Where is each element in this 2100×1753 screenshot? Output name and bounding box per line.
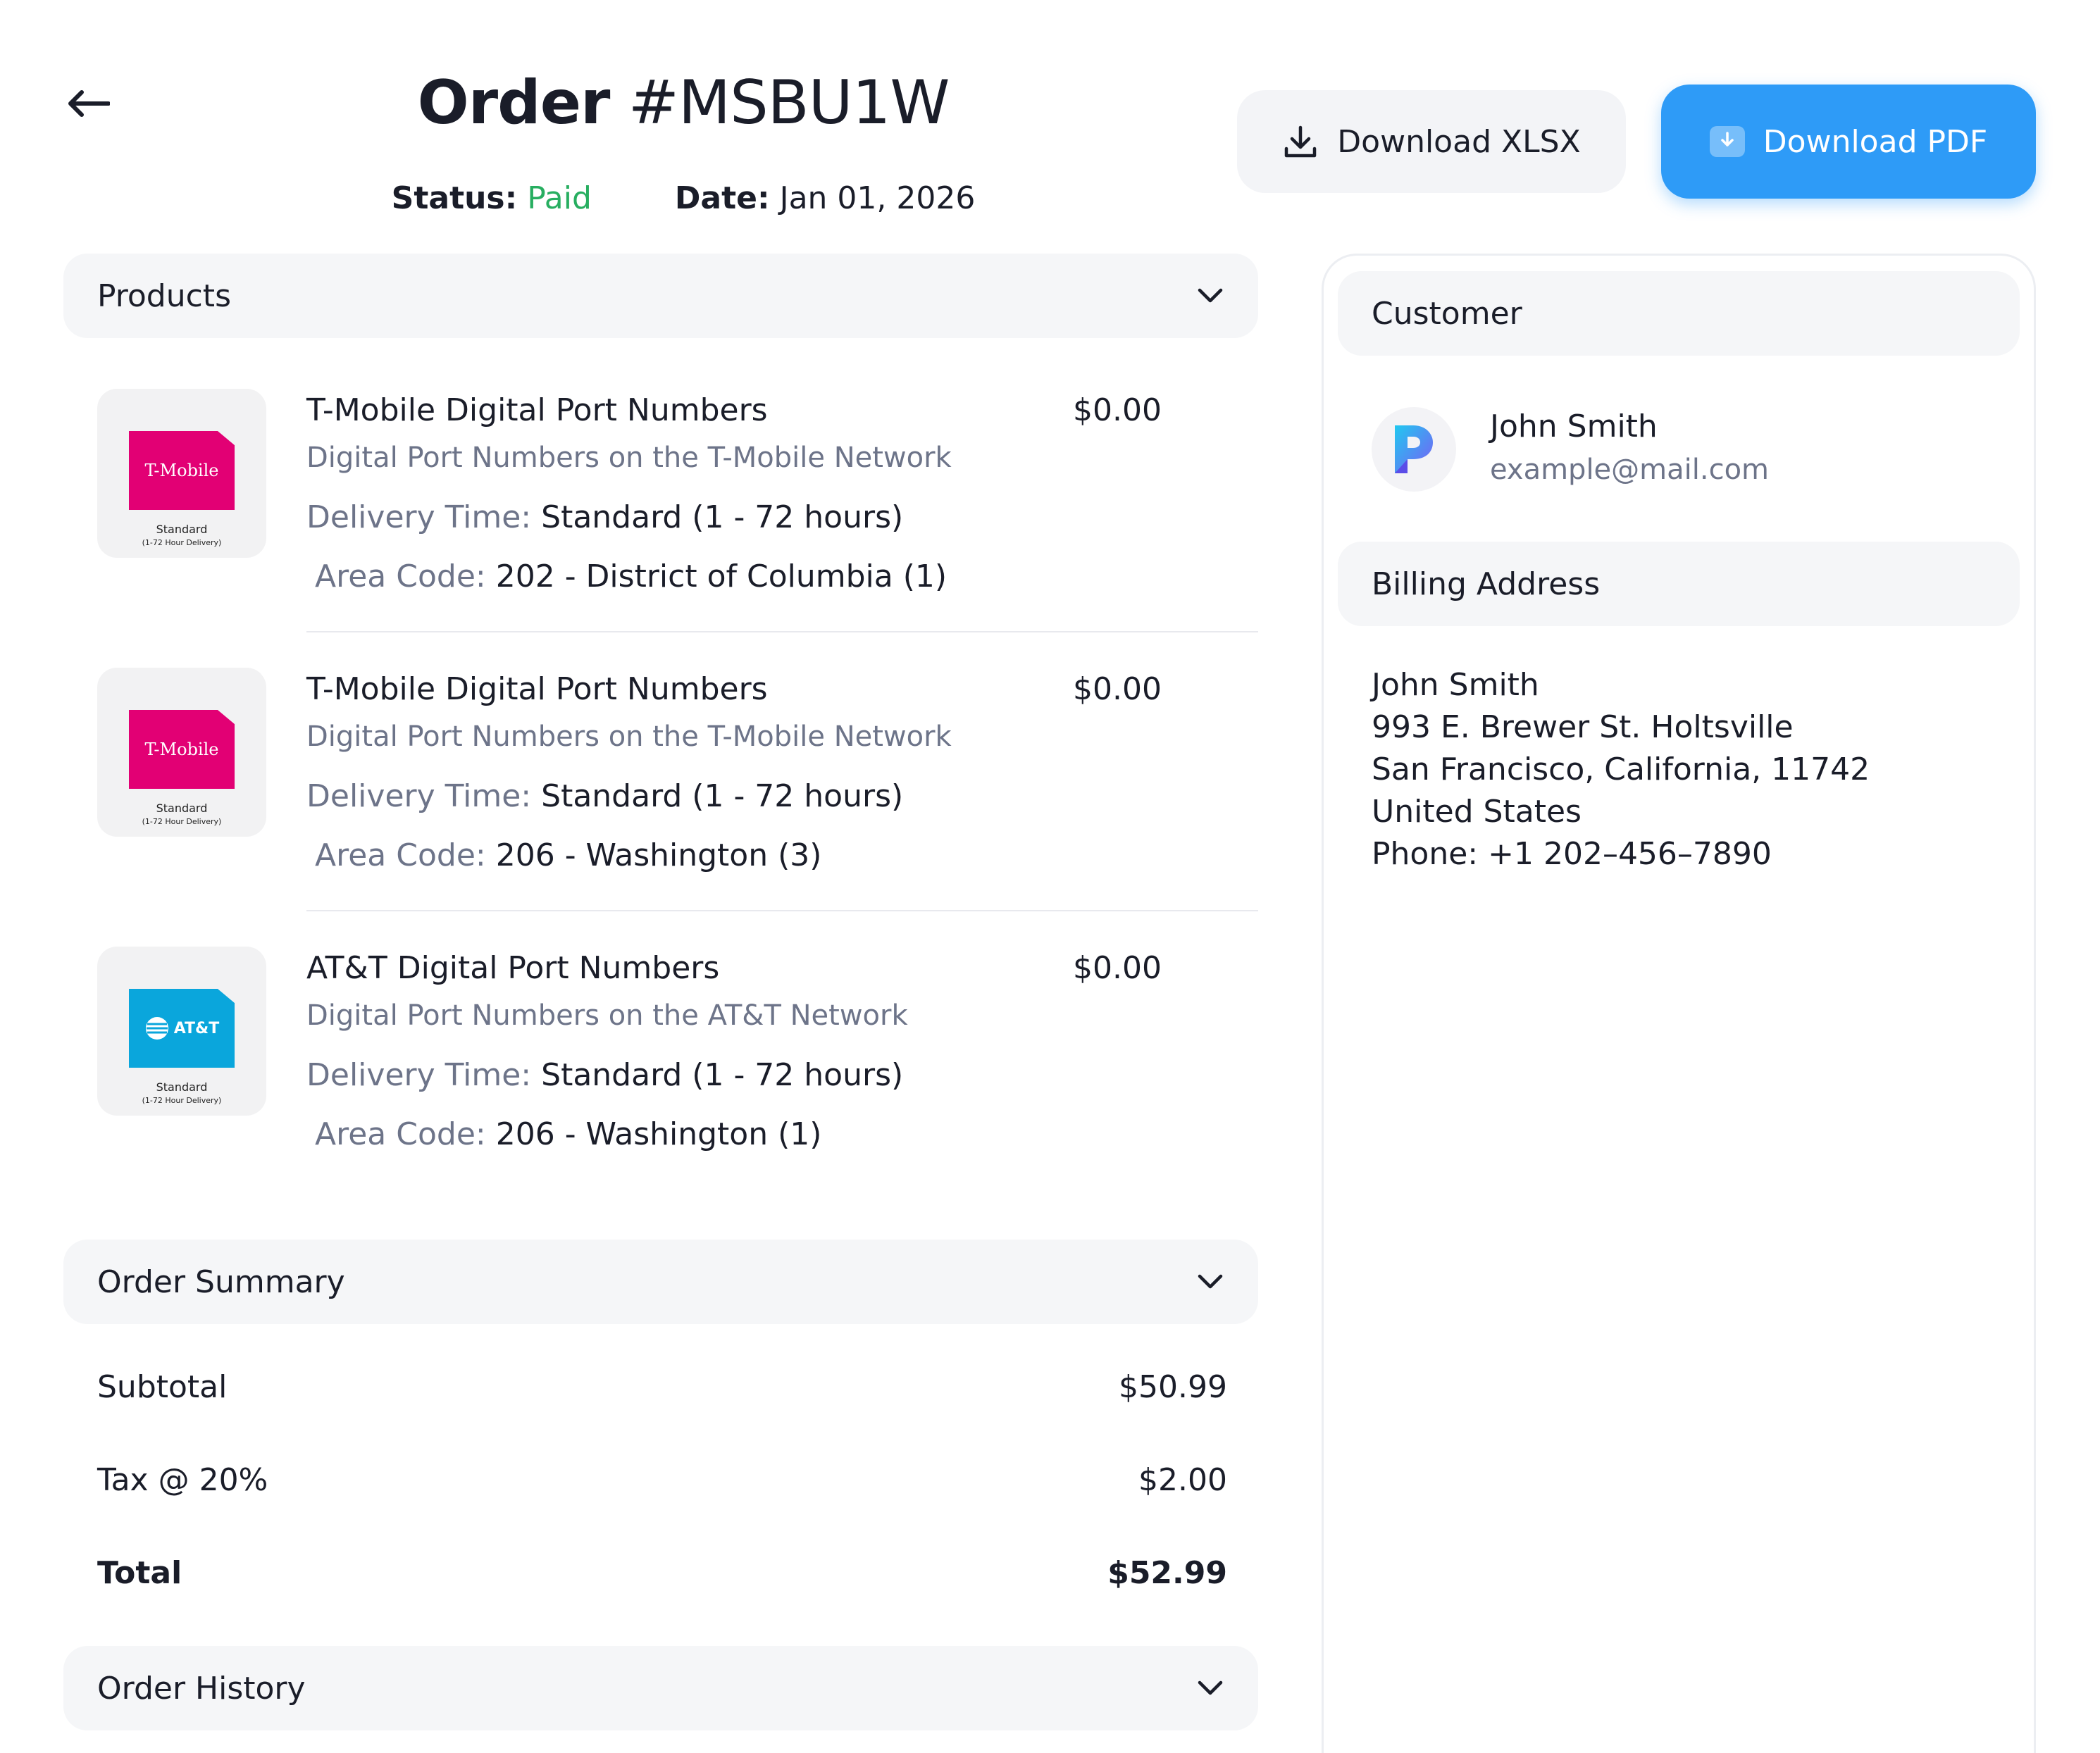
delivery-time-label: Delivery Time:: [306, 778, 532, 814]
product-description: Digital Port Numbers on the T-Mobile Net…: [306, 720, 952, 753]
back-button[interactable]: [63, 79, 113, 128]
subtotal-label: Subtotal: [97, 1369, 228, 1405]
status-badge: Paid: [527, 180, 592, 216]
order-history-title: Order History: [97, 1670, 306, 1707]
page-title: Order #MSBU1W: [338, 62, 1029, 144]
arrow-left-icon: [68, 90, 110, 117]
customer-name: John Smith: [1490, 408, 1658, 444]
delivery-time-value: Standard (1 - 72 hours): [541, 1057, 904, 1093]
thumb-subcaption: (1-72 Hour Delivery): [142, 538, 222, 547]
download-pdf-button[interactable]: Download PDF: [1661, 85, 2036, 199]
thumb-caption: Standard: [156, 1080, 208, 1094]
total-row: Total $52.99: [97, 1552, 1227, 1595]
area-code-value: 206 - Washington (1): [495, 1116, 822, 1152]
product-price: $0.00: [1073, 671, 1162, 707]
product-price: $0.00: [1073, 950, 1162, 986]
product-item: AT&T Standard (1-72 Hour Delivery) AT&T …: [97, 947, 1258, 1158]
delivery-time-value: Standard (1 - 72 hours): [541, 499, 904, 535]
thumb-caption: Standard: [156, 801, 208, 815]
avatar[interactable]: [1372, 407, 1456, 492]
tax-row: Tax @ 20% $2.00: [97, 1459, 1227, 1502]
subtotal-value: $50.99: [1119, 1369, 1227, 1405]
area-code-row: Area Code: 206 - Washington (1): [315, 1113, 821, 1156]
delivery-time-label: Delivery Time:: [306, 1057, 532, 1093]
product-thumbnail: T-Mobile Standard (1-72 Hour Delivery): [97, 668, 266, 837]
customer-section-header: Customer: [1338, 271, 2020, 356]
product-item: T-Mobile Standard (1-72 Hour Delivery) T…: [97, 668, 1258, 879]
area-code-row: Area Code: 202 - District of Columbia (1…: [315, 555, 947, 599]
area-code-label: Area Code:: [315, 1116, 486, 1152]
chevron-down-icon: [1196, 1674, 1224, 1702]
billing-line: San Francisco, California, 11742: [1372, 751, 1870, 787]
billing-address: John Smith 993 E. Brewer St. Holtsville …: [1372, 664, 1870, 875]
area-code-value: 202 - District of Columbia (1): [495, 559, 948, 594]
total-value: $52.99: [1107, 1555, 1227, 1591]
tax-label: Tax @ 20%: [97, 1462, 268, 1498]
att-sim-icon: AT&T: [129, 989, 235, 1068]
products-section-title: Products: [97, 277, 231, 314]
area-code-label: Area Code:: [315, 837, 486, 873]
billing-line: United States: [1372, 794, 1582, 830]
order-meta: Status: Paid Date: Jan 01, 2026: [338, 177, 1029, 220]
billing-section-header: Billing Address: [1338, 542, 2020, 626]
order-id: #MSBU1W: [628, 68, 950, 138]
product-description: Digital Port Numbers on the T-Mobile Net…: [306, 442, 952, 474]
delivery-time-value: Standard (1 - 72 hours): [541, 778, 904, 814]
download-pdf-label: Download PDF: [1763, 123, 1988, 160]
order-summary-header[interactable]: Order Summary: [63, 1240, 1258, 1324]
area-code-row: Area Code: 206 - Washington (3): [315, 834, 821, 878]
tax-value: $2.00: [1138, 1462, 1227, 1498]
p-logo-icon: [1395, 425, 1433, 473]
area-code-value: 206 - Washington (3): [495, 837, 822, 873]
area-code-label: Area Code:: [315, 559, 486, 594]
order-details-page: Order #MSBU1W Status: Paid Date: Jan 01,…: [0, 0, 2100, 1753]
delivery-time-label: Delivery Time:: [306, 499, 532, 535]
product-title: T-Mobile Digital Port Numbers: [306, 671, 768, 707]
order-summary-title: Order Summary: [97, 1264, 345, 1300]
product-divider: [306, 631, 1258, 632]
product-title: T-Mobile Digital Port Numbers: [306, 392, 768, 428]
product-divider: [306, 910, 1258, 911]
subtotal-row: Subtotal $50.99: [97, 1366, 1227, 1409]
product-thumbnail: T-Mobile Standard (1-72 Hour Delivery): [97, 389, 266, 558]
billing-line: 993 E. Brewer St. Holtsville: [1372, 709, 1794, 745]
customer-email[interactable]: example@mail.com: [1490, 450, 1769, 489]
delivery-time-row: Delivery Time: Standard (1 - 72 hours): [306, 1054, 903, 1097]
total-label: Total: [97, 1555, 182, 1591]
download-xlsx-label: Download XLSX: [1337, 123, 1581, 160]
date-value: Jan 01, 2026: [779, 180, 976, 216]
thumb-brand: AT&T: [173, 1019, 220, 1037]
download-icon: [1285, 125, 1317, 158]
billing-line: John Smith: [1372, 667, 1539, 703]
date-label: Date:: [674, 180, 770, 216]
download-xlsx-button[interactable]: Download XLSX: [1237, 90, 1626, 193]
att-globe-icon: [145, 1017, 168, 1040]
product-item: T-Mobile Standard (1-72 Hour Delivery) T…: [97, 389, 1258, 600]
customer-panel: Customer John Smith example@mail.com Bil…: [1322, 254, 2036, 1753]
thumb-brand: T-Mobile: [144, 740, 219, 759]
order-history-header[interactable]: Order History: [63, 1646, 1258, 1730]
products-section-header[interactable]: Products: [63, 254, 1258, 338]
product-thumbnail: AT&T Standard (1-72 Hour Delivery): [97, 947, 266, 1116]
delivery-time-row: Delivery Time: Standard (1 - 72 hours): [306, 775, 903, 818]
page-title-prefix: Order: [417, 68, 611, 138]
thumb-caption: Standard: [156, 523, 208, 536]
thumb-subcaption: (1-72 Hour Delivery): [142, 817, 222, 826]
status-label: Status:: [391, 180, 518, 216]
billing-section-title: Billing Address: [1372, 566, 1601, 602]
billing-phone: Phone: +1 202–456–7890: [1372, 836, 1772, 872]
chevron-down-icon: [1196, 282, 1224, 310]
thumb-brand: T-Mobile: [144, 461, 219, 480]
product-title: AT&T Digital Port Numbers: [306, 950, 720, 986]
product-description: Digital Port Numbers on the AT&T Network: [306, 999, 908, 1032]
chevron-down-icon: [1196, 1268, 1224, 1296]
tmobile-sim-icon: T-Mobile: [129, 431, 235, 510]
delivery-time-row: Delivery Time: Standard (1 - 72 hours): [306, 496, 903, 539]
tmobile-sim-icon: T-Mobile: [129, 710, 235, 789]
customer-section-title: Customer: [1372, 295, 1522, 332]
download-icon: [1709, 126, 1745, 157]
thumb-subcaption: (1-72 Hour Delivery): [142, 1096, 222, 1105]
product-price: $0.00: [1073, 392, 1162, 428]
